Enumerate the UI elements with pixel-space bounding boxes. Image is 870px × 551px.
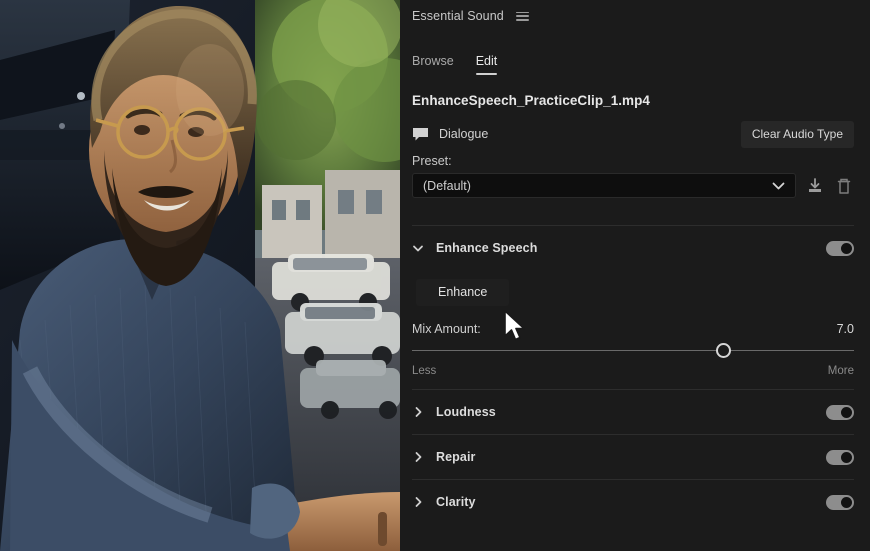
slider-max-label: More: [827, 365, 854, 377]
save-preset-icon[interactable]: [805, 176, 825, 196]
section-loudness: Loudness: [400, 390, 870, 434]
panel-header: Essential Sound: [400, 0, 870, 26]
clip-name: EnhanceSpeech_PracticeClip_1.mp4: [412, 93, 650, 108]
section-title-loudness: Loudness: [436, 405, 496, 419]
speech-bubble-icon: [413, 127, 428, 140]
audio-type-label: Dialogue: [439, 127, 489, 141]
hamburger-menu-icon[interactable]: [515, 11, 529, 21]
chevron-right-icon[interactable]: [412, 451, 424, 463]
panel-title: Essential Sound: [412, 9, 504, 23]
mix-amount-slider[interactable]: [412, 340, 854, 362]
toggle-clarity[interactable]: [826, 494, 854, 510]
chevron-right-icon[interactable]: [412, 406, 424, 418]
mix-amount-value[interactable]: 7.0: [837, 322, 854, 336]
chevron-down-icon: [772, 182, 785, 189]
trash-icon[interactable]: [834, 176, 854, 196]
audio-type-row: Dialogue Clear Audio Type: [400, 108, 870, 148]
toggle-repair[interactable]: [826, 449, 854, 465]
mix-amount-row: Mix Amount: 7.0: [412, 322, 854, 336]
chevron-down-icon[interactable]: [412, 242, 424, 254]
toggle-loudness[interactable]: [826, 404, 854, 420]
section-header-repair[interactable]: Repair: [412, 435, 854, 479]
chevron-right-icon[interactable]: [412, 496, 424, 508]
slider-min-label: Less: [412, 365, 437, 377]
preset-value: (Default): [423, 178, 471, 193]
essential-sound-panel: Essential Sound Browse Edit EnhanceSpeec…: [400, 0, 870, 551]
section-enhance-speech: Enhance Speech Enhance Mix Amount: 7.0 L…: [400, 226, 870, 389]
preview-still: [0, 0, 400, 551]
preset-row: (Default): [412, 173, 854, 198]
enhance-speech-body: Enhance Mix Amount: 7.0 Less More: [412, 270, 854, 377]
section-repair: Repair: [400, 435, 870, 479]
section-title-repair: Repair: [436, 450, 476, 464]
clear-audio-type-button[interactable]: Clear Audio Type: [740, 120, 854, 148]
slider-track: [412, 350, 854, 351]
tab-browse[interactable]: Browse: [412, 54, 454, 75]
section-title-enhance-speech: Enhance Speech: [436, 241, 538, 255]
mix-amount-block: Mix Amount: 7.0 Less More: [412, 306, 854, 377]
preset-label: Preset:: [412, 154, 452, 168]
enhance-button[interactable]: Enhance: [416, 279, 510, 306]
section-header-clarity[interactable]: Clarity: [412, 480, 854, 524]
preset-block: Preset: (Default): [400, 148, 870, 198]
section-header-loudness[interactable]: Loudness: [412, 390, 854, 434]
toggle-enhance-speech[interactable]: [826, 240, 854, 256]
slider-end-labels: Less More: [412, 365, 854, 377]
section-title-clarity: Clarity: [436, 495, 476, 509]
panel-tabs: Browse Edit: [400, 26, 870, 75]
tab-edit[interactable]: Edit: [475, 54, 497, 75]
video-preview[interactable]: [0, 0, 400, 551]
slider-thumb[interactable]: [716, 343, 732, 358]
mix-amount-label: Mix Amount:: [412, 322, 481, 336]
essential-sound-window: Essential Sound Browse Edit EnhanceSpeec…: [0, 0, 870, 551]
section-clarity: Clarity: [400, 480, 870, 524]
section-header-enhance-speech[interactable]: Enhance Speech: [412, 226, 854, 270]
preset-dropdown[interactable]: (Default): [412, 173, 796, 198]
